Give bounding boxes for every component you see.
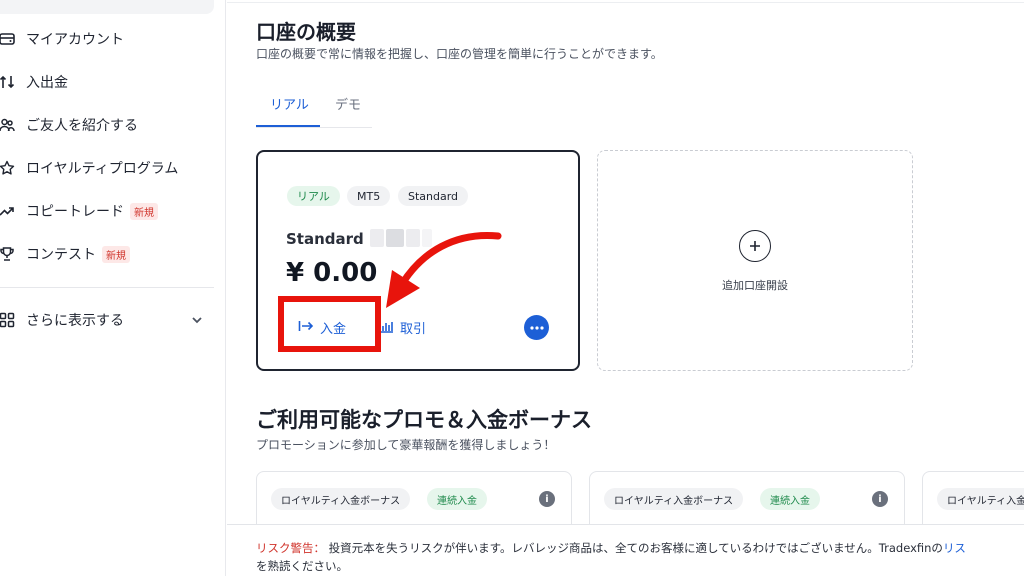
account-tabs: リアル デモ [256,88,372,128]
sidebar: マイアカウント 入出金 ご友人を紹介する ロイヤルティプログラム コピートレード… [0,0,226,576]
promo-title: ご利用可能なプロモ＆入金ボーナス [256,408,592,432]
risk-warning-label: リスク警告： [256,541,325,555]
ellipsis-icon [529,325,544,330]
sidebar-item-refer-friends[interactable]: ご友人を紹介する [0,110,214,140]
active-tab-indicator [256,125,320,127]
new-badge: 新規 [130,202,158,220]
star-icon [0,157,18,179]
more-options-button[interactable] [524,315,549,340]
promo-subtitle: プロモーションに参加して豪華報酬を獲得しましょう！ [256,438,556,452]
sidebar-item-label: コンテスト [26,247,96,263]
sidebar-item-label: 入出金 [26,75,68,91]
account-name: Standard [286,230,364,248]
sidebar-divider [0,287,214,288]
info-icon[interactable]: i [539,491,555,507]
promo-tag: ロイヤルティ入金ボーナス [271,488,411,510]
promo-tag: ロイヤルティ入金ボ [937,488,1024,510]
risk-disclosure-link[interactable]: リス [943,541,966,555]
tab-real[interactable]: リアル [270,94,309,113]
promo-status: 連続入金 [760,488,820,510]
risk-warning-text: 投資元本を失うリスクが伴います。レバレッジ商品は、全てのお客様に適しているわけで… [325,541,943,555]
risk-warning-line1: リスク警告： 投資元本を失うリスクが伴います。レバレッジ商品は、全てのお客様に適… [256,539,1024,558]
grid-icon [0,309,18,331]
sidebar-item-label: ご友人を紹介する [26,118,138,134]
sidebar-item-loyalty-program[interactable]: ロイヤルティプログラム [0,153,214,183]
red-arrow-annotation [386,231,502,308]
new-badge: 新規 [102,245,130,263]
account-type-tag: リアル [287,186,340,206]
sidebar-item-my-account[interactable]: マイアカウント [0,24,214,54]
sidebar-item-deposit-withdraw[interactable]: 入出金 [0,67,214,97]
sidebar-item-label: さらに表示する [26,313,124,329]
promo-tag: ロイヤルティ入金ボーナス [604,488,744,510]
page-subtitle: 口座の概要で常に情報を把握し、口座の管理を簡単に行うことができます。 [256,47,663,61]
sidebar-item-contest[interactable]: コンテスト 新規 [0,239,214,269]
sidebar-item-home[interactable] [0,0,214,14]
platform-tag: MT5 [347,186,391,206]
chevron-down-icon [190,313,204,331]
tab-demo[interactable]: デモ [335,94,361,113]
trend-icon [0,200,18,222]
risk-warning-line2: を熟読ください。 [256,559,348,573]
top-strip [227,0,1024,3]
sidebar-item-label: ロイヤルティプログラム [26,161,179,177]
add-account-card[interactable]: 追加口座開設 [597,150,913,371]
add-account-label: 追加口座開設 [722,279,788,292]
wallet-icon [0,28,18,50]
risk-warning-bar: リスク警告： 投資元本を失うリスクが伴います。レバレッジ商品は、全てのお客様に適… [227,524,1024,576]
sidebar-item-label: マイアカウント [26,32,124,48]
sidebar-item-copy-trade[interactable]: コピートレード 新規 [0,196,214,226]
info-icon[interactable]: i [872,491,888,507]
page-title: 口座の概要 [256,20,356,44]
sidebar-show-more[interactable]: さらに表示する [0,305,214,335]
plus-icon [739,230,771,262]
account-class-tag: Standard [398,186,469,206]
sidebar-item-label: コピートレード [26,204,124,220]
trophy-icon [0,243,18,265]
arrows-updown-icon [0,71,18,93]
users-icon [0,114,18,136]
promo-status: 連続入金 [427,488,487,510]
